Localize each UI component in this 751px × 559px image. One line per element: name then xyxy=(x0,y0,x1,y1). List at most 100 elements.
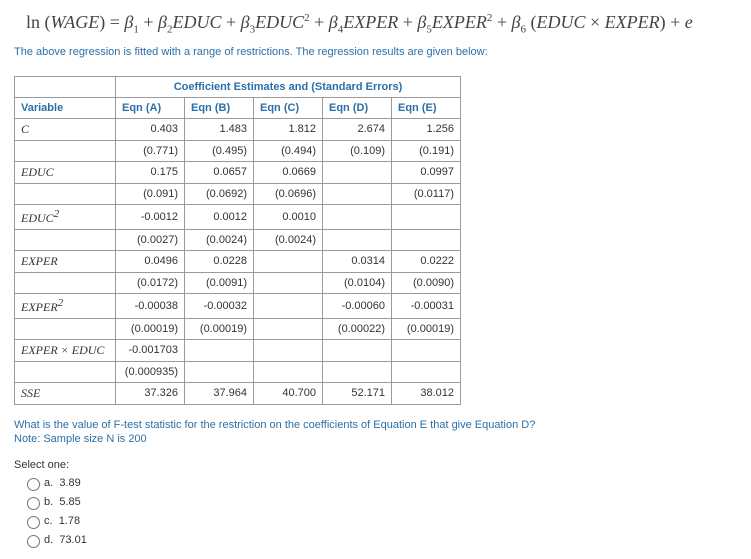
data-cell xyxy=(185,361,254,382)
col-header-b: Eqn (B) xyxy=(185,97,254,118)
data-cell: 0.0314 xyxy=(323,250,392,272)
table-row: EXPER × EDUC-0.001703 xyxy=(15,339,461,361)
option-letter: c. xyxy=(44,515,53,527)
data-cell: (0.771) xyxy=(116,140,185,161)
data-cell xyxy=(323,204,392,229)
data-cell: (0.0104) xyxy=(323,272,392,293)
data-cell: 0.403 xyxy=(116,118,185,140)
option-text: 1.78 xyxy=(59,515,80,527)
data-cell xyxy=(392,339,461,361)
data-cell: (0.00019) xyxy=(185,318,254,339)
variable-cell xyxy=(15,361,116,382)
data-cell: 0.0669 xyxy=(254,161,323,183)
variable-cell: C xyxy=(15,118,116,140)
option-text: 5.85 xyxy=(59,496,80,508)
table-row: (0.0172)(0.0091)(0.0104)(0.0090) xyxy=(15,272,461,293)
option-b-radio[interactable] xyxy=(27,497,40,510)
data-cell: (0.494) xyxy=(254,140,323,161)
data-cell: (0.000935) xyxy=(116,361,185,382)
option-d-radio[interactable] xyxy=(27,535,40,548)
data-cell: (0.0027) xyxy=(116,229,185,250)
col-header-e: Eqn (E) xyxy=(392,97,461,118)
data-cell xyxy=(185,339,254,361)
note-text: Note: Sample size N is 200 xyxy=(14,433,737,445)
table-row: (0.771)(0.495)(0.494)(0.109)(0.191) xyxy=(15,140,461,161)
data-cell: 1.483 xyxy=(185,118,254,140)
data-cell xyxy=(254,293,323,318)
data-cell xyxy=(323,161,392,183)
data-cell xyxy=(323,339,392,361)
table-main-header: Coefficient Estimates and (Standard Erro… xyxy=(116,76,461,97)
variable-cell xyxy=(15,318,116,339)
data-cell: (0.191) xyxy=(392,140,461,161)
data-cell: -0.001703 xyxy=(116,339,185,361)
options-list: a. 3.89 b. 5.85 c. 1.78 d. 73.01 xyxy=(22,475,737,548)
data-cell xyxy=(392,361,461,382)
data-cell: 1.256 xyxy=(392,118,461,140)
data-cell: (0.00019) xyxy=(116,318,185,339)
data-cell: (0.109) xyxy=(323,140,392,161)
option-c[interactable]: c. 1.78 xyxy=(22,513,737,529)
table-row: EXPER2-0.00038-0.00032-0.00060-0.00031 xyxy=(15,293,461,318)
variable-cell xyxy=(15,140,116,161)
data-cell xyxy=(323,361,392,382)
table-row: (0.000935) xyxy=(15,361,461,382)
option-letter: b. xyxy=(44,496,53,508)
option-a-radio[interactable] xyxy=(27,478,40,491)
data-cell: 0.175 xyxy=(116,161,185,183)
table-row: C0.4031.4831.8122.6741.256 xyxy=(15,118,461,140)
data-cell: (0.0692) xyxy=(185,183,254,204)
col-header-c: Eqn (C) xyxy=(254,97,323,118)
data-cell: 0.0012 xyxy=(185,204,254,229)
table-header-row: Variable Eqn (A) Eqn (B) Eqn (C) Eqn (D)… xyxy=(15,97,461,118)
data-cell: (0.0024) xyxy=(185,229,254,250)
data-cell: 0.0496 xyxy=(116,250,185,272)
data-cell: 0.0228 xyxy=(185,250,254,272)
table-row: EDUC2-0.00120.00120.0010 xyxy=(15,204,461,229)
variable-cell xyxy=(15,229,116,250)
option-letter: d. xyxy=(44,534,53,546)
table-row: SSE37.32637.96440.70052.17138.012 xyxy=(15,382,461,404)
data-cell: 0.0657 xyxy=(185,161,254,183)
option-b[interactable]: b. 5.85 xyxy=(22,494,737,510)
variable-cell: SSE xyxy=(15,382,116,404)
option-text: 73.01 xyxy=(59,534,87,546)
variable-cell xyxy=(15,272,116,293)
variable-cell: EXPER2 xyxy=(15,293,116,318)
data-cell: -0.00032 xyxy=(185,293,254,318)
col-header-a: Eqn (A) xyxy=(116,97,185,118)
option-a[interactable]: a. 3.89 xyxy=(22,475,737,491)
option-c-radio[interactable] xyxy=(27,516,40,529)
data-cell: -0.0012 xyxy=(116,204,185,229)
data-cell: (0.00022) xyxy=(323,318,392,339)
data-cell xyxy=(323,229,392,250)
description-text: The above regression is fitted with a ra… xyxy=(14,46,737,58)
data-cell: (0.0172) xyxy=(116,272,185,293)
table-row: (0.00019)(0.00019)(0.00022)(0.00019) xyxy=(15,318,461,339)
data-cell: 0.0997 xyxy=(392,161,461,183)
option-d[interactable]: d. 73.01 xyxy=(22,532,737,548)
data-cell: 40.700 xyxy=(254,382,323,404)
variable-cell: EXPER × EDUC xyxy=(15,339,116,361)
data-cell: (0.00019) xyxy=(392,318,461,339)
variable-cell xyxy=(15,183,116,204)
data-cell: (0.495) xyxy=(185,140,254,161)
data-cell xyxy=(392,229,461,250)
col-header-variable: Variable xyxy=(15,97,116,118)
table-row: (0.0027)(0.0024)(0.0024) xyxy=(15,229,461,250)
variable-cell: EXPER xyxy=(15,250,116,272)
data-cell: 1.812 xyxy=(254,118,323,140)
option-text: 3.89 xyxy=(59,477,80,489)
results-table: Coefficient Estimates and (Standard Erro… xyxy=(14,76,461,405)
data-cell xyxy=(254,361,323,382)
data-cell: (0.0117) xyxy=(392,183,461,204)
data-cell xyxy=(323,183,392,204)
table-row: (0.091)(0.0692)(0.0696)(0.0117) xyxy=(15,183,461,204)
data-cell: 2.674 xyxy=(323,118,392,140)
data-cell: 0.0010 xyxy=(254,204,323,229)
data-cell: 37.964 xyxy=(185,382,254,404)
data-cell xyxy=(254,339,323,361)
data-cell: 52.171 xyxy=(323,382,392,404)
data-cell: -0.00060 xyxy=(323,293,392,318)
option-letter: a. xyxy=(44,477,53,489)
